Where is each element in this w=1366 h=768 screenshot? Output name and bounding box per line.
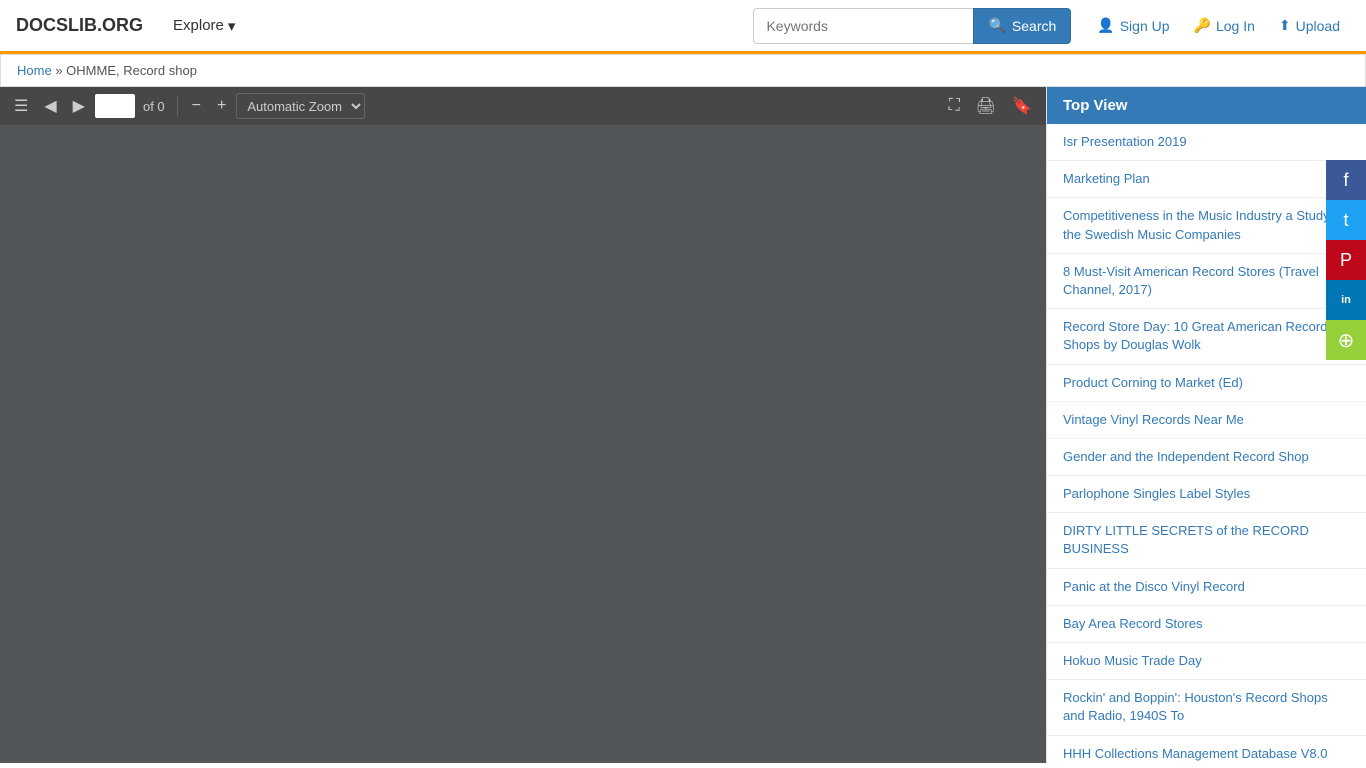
search-area: 🔍 Search <box>753 8 1071 44</box>
breadcrumb-home[interactable]: Home <box>17 63 52 78</box>
explore-button[interactable]: Explore ▾ <box>163 11 245 41</box>
breadcrumb-current: OHMME, Record shop <box>66 63 197 78</box>
list-item: Product Corning to Market (Ed) <box>1047 365 1366 402</box>
zoom-in-button[interactable]: + <box>211 93 232 119</box>
login-button[interactable]: 🔑 Log In <box>1184 11 1265 40</box>
top-nav: DOCSLIB.ORG Explore ▾ 🔍 Search 👤 Sign Up… <box>0 0 1366 54</box>
pdf-viewer: ☰ ◀ ▶ 0 of 0 − + Automatic Zoom ⛶ <box>0 87 1046 763</box>
zoom-in-icon: + <box>217 97 226 115</box>
linkedin-icon: in <box>1341 294 1351 306</box>
nav-actions: 👤 Sign Up 🔑 Log In ⬆ Upload <box>1087 11 1350 40</box>
fullscreen-icon: ⛶ <box>949 97 960 115</box>
page-of-label: of 0 <box>143 99 165 114</box>
upload-button[interactable]: ⬆ Upload <box>1269 11 1350 40</box>
sidebar-link-5[interactable]: Product Corning to Market (Ed) <box>1047 365 1366 401</box>
main-layout: ☰ ◀ ▶ 0 of 0 − + Automatic Zoom ⛶ <box>0 87 1366 763</box>
search-button[interactable]: 🔍 Search <box>973 8 1071 44</box>
sidebar-link-3[interactable]: 8 Must-Visit American Record Stores (Tra… <box>1047 254 1366 308</box>
sidebar-link-12[interactable]: Hokuo Music Trade Day <box>1047 643 1366 679</box>
zoom-select[interactable]: Automatic Zoom <box>236 93 365 119</box>
list-item: Bay Area Record Stores <box>1047 606 1366 643</box>
sidebar-link-9[interactable]: DIRTY LITTLE SECRETS of the RECORD BUSIN… <box>1047 513 1366 567</box>
chevron-down-icon: ▾ <box>228 17 236 35</box>
signup-button[interactable]: 👤 Sign Up <box>1087 11 1179 40</box>
list-item: Marketing Plan <box>1047 161 1366 198</box>
upload-icon: ⬆ <box>1279 17 1291 34</box>
search-btn-label: Search <box>1012 18 1056 34</box>
list-item: HHH Collections Management Database V8.0 <box>1047 736 1366 763</box>
login-icon: 🔑 <box>1194 17 1211 34</box>
sidebar-link-7[interactable]: Gender and the Independent Record Shop <box>1047 439 1366 475</box>
pinterest-share-button[interactable]: P <box>1326 240 1366 280</box>
top-view-list: Isr Presentation 2019Marketing PlanCompe… <box>1047 124 1366 763</box>
brand-logo[interactable]: DOCSLIB.ORG <box>16 15 143 36</box>
bookmark-icon: 🔖 <box>1012 96 1032 116</box>
sidebar-link-13[interactable]: Rockin' and Boppin': Houston's Record Sh… <box>1047 680 1366 734</box>
breadcrumb-separator: » <box>55 63 66 78</box>
list-item: Record Store Day: 10 Great American Reco… <box>1047 309 1366 364</box>
list-item: Vintage Vinyl Records Near Me <box>1047 402 1366 439</box>
twitter-icon: t <box>1343 210 1348 231</box>
linkedin-share-button[interactable]: in <box>1326 280 1366 320</box>
prev-page-button[interactable]: ◀ <box>38 92 62 120</box>
list-item: Rockin' and Boppin': Houston's Record Sh… <box>1047 680 1366 735</box>
print-icon: 🖨 <box>976 96 996 116</box>
sidebar-link-6[interactable]: Vintage Vinyl Records Near Me <box>1047 402 1366 438</box>
top-view-header: Top View <box>1047 87 1366 124</box>
twitter-share-button[interactable]: t <box>1326 200 1366 240</box>
sidebar-link-11[interactable]: Bay Area Record Stores <box>1047 606 1366 642</box>
search-icon: 🔍 <box>988 17 1005 34</box>
sidebar-link-4[interactable]: Record Store Day: 10 Great American Reco… <box>1047 309 1366 363</box>
zoom-out-icon: − <box>192 97 201 115</box>
toolbar-separator <box>177 96 178 116</box>
sidebar-link-8[interactable]: Parlophone Singles Label Styles <box>1047 476 1366 512</box>
sidebar-link-1[interactable]: Marketing Plan <box>1047 161 1366 197</box>
fullscreen-button[interactable]: ⛶ <box>943 93 966 119</box>
pdf-canvas <box>0 125 1046 763</box>
list-item: Competitiveness in the Music Industry a … <box>1047 198 1366 253</box>
next-page-button[interactable]: ▶ <box>67 92 91 120</box>
list-item: DIRTY LITTLE SECRETS of the RECORD BUSIN… <box>1047 513 1366 568</box>
zoom-out-button[interactable]: − <box>186 93 207 119</box>
print-button[interactable]: 🖨 <box>970 92 1002 120</box>
list-item: Isr Presentation 2019 <box>1047 124 1366 161</box>
sharethis-icon: ⊕ <box>1338 328 1355 353</box>
right-sidebar: Top View Isr Presentation 2019Marketing … <box>1046 87 1366 763</box>
page-number-input[interactable]: 0 <box>95 94 135 118</box>
list-item: Parlophone Singles Label Styles <box>1047 476 1366 513</box>
breadcrumb: Home » OHMME, Record shop <box>0 54 1366 87</box>
list-item: 8 Must-Visit American Record Stores (Tra… <box>1047 254 1366 309</box>
list-item: Gender and the Independent Record Shop <box>1047 439 1366 476</box>
sidebar-toggle-icon: ☰ <box>14 96 28 116</box>
bookmark-button[interactable]: 🔖 <box>1006 92 1038 120</box>
facebook-share-button[interactable]: f <box>1326 160 1366 200</box>
sidebar-link-2[interactable]: Competitiveness in the Music Industry a … <box>1047 198 1366 252</box>
list-item: Panic at the Disco Vinyl Record <box>1047 569 1366 606</box>
list-item: Hokuo Music Trade Day <box>1047 643 1366 680</box>
sidebar-link-0[interactable]: Isr Presentation 2019 <box>1047 124 1366 160</box>
next-icon: ▶ <box>73 96 85 116</box>
pinterest-icon: P <box>1340 250 1352 271</box>
sharethis-button[interactable]: ⊕ <box>1326 320 1366 360</box>
user-icon: 👤 <box>1097 17 1114 34</box>
social-sidebar: f t P in ⊕ <box>1326 160 1366 360</box>
sidebar-toggle-button[interactable]: ☰ <box>8 92 34 120</box>
search-input[interactable] <box>753 8 973 44</box>
facebook-icon: f <box>1343 170 1348 191</box>
pdf-toolbar: ☰ ◀ ▶ 0 of 0 − + Automatic Zoom ⛶ <box>0 87 1046 125</box>
explore-label: Explore <box>173 17 224 34</box>
sidebar-link-14[interactable]: HHH Collections Management Database V8.0 <box>1047 736 1366 763</box>
sidebar-link-10[interactable]: Panic at the Disco Vinyl Record <box>1047 569 1366 605</box>
prev-icon: ◀ <box>44 96 56 116</box>
